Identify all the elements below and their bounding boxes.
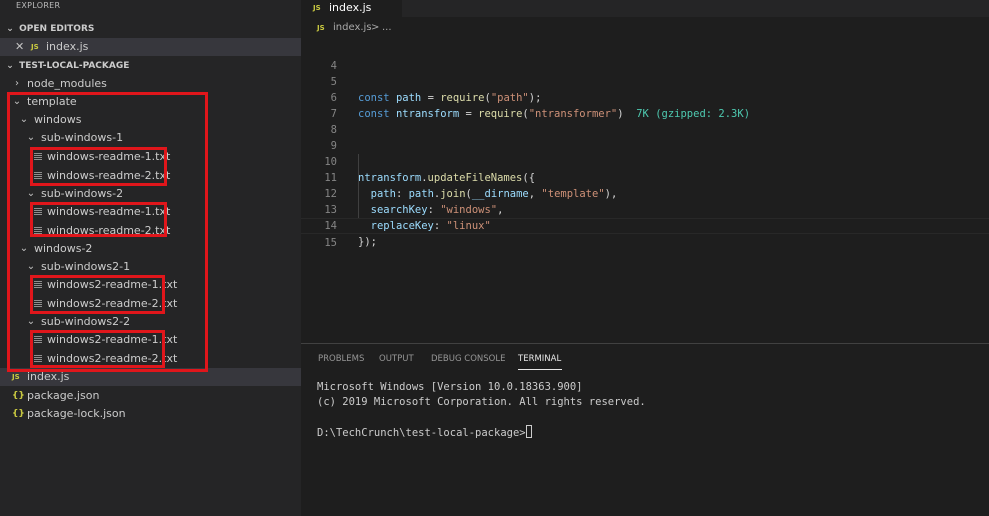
- project-header[interactable]: ⌄ TEST-LOCAL-PACKAGE: [0, 57, 301, 75]
- explorer-sidebar: EXPLORER ⌄ OPEN EDITORS ✕ JS index.js ⌄ …: [0, 0, 301, 516]
- code-line: 5 const path = require("path");: [301, 58, 989, 104]
- open-editor-label: index.js: [46, 40, 89, 53]
- tree-item-package-lock-json[interactable]: {} package-lock.json: [0, 405, 301, 423]
- code-line-current: 15: [301, 218, 989, 249]
- terminal-cursor: [525, 425, 532, 438]
- breadcrumb-separator: >: [371, 22, 380, 33]
- code-line: 10 ntransform.updateFileNames({: [301, 138, 989, 184]
- open-editor-item-index-js[interactable]: ✕ JS index.js: [0, 38, 301, 56]
- tab-output[interactable]: OUTPUT: [379, 354, 414, 364]
- chevron-right-icon: ›: [15, 78, 19, 89]
- json-file-icon: {}: [12, 391, 25, 401]
- tree-item-label: node_modules: [27, 77, 107, 90]
- project-label: TEST-LOCAL-PACKAGE: [19, 61, 130, 71]
- tab-index-js[interactable]: JS index.js: [301, 0, 402, 17]
- line-number: 15: [324, 237, 337, 249]
- tab-debug-console[interactable]: DEBUG CONSOLE: [431, 354, 505, 364]
- js-file-icon: JS: [31, 43, 39, 51]
- code-line: 14 });: [301, 202, 989, 248]
- highlight-box-sub-windows-2-files: [30, 202, 167, 237]
- highlight-box-sub-windows2-2-files: [30, 330, 165, 368]
- terminal-output-line: (c) 2019 Microsoft Corporation. All righ…: [317, 396, 646, 408]
- code-line: 13 replaceKey: "linux": [301, 186, 989, 232]
- tab-terminal[interactable]: TERMINAL: [518, 354, 561, 364]
- breadcrumb-more[interactable]: ...: [382, 19, 392, 37]
- terminal-prompt[interactable]: D:\TechCrunch\test-local-package>: [317, 425, 532, 441]
- tree-item-node-modules[interactable]: › node_modules: [0, 75, 301, 93]
- code-text: });: [358, 236, 377, 248]
- highlight-box-sub-windows2-1-files: [30, 275, 165, 314]
- breadcrumb-file[interactable]: index.js: [333, 19, 372, 37]
- code-editor[interactable]: 4 5 const path = require("path"); 6 cons…: [301, 42, 989, 249]
- js-file-icon: JS: [313, 4, 321, 12]
- terminal-prompt-text: D:\TechCrunch\test-local-package>: [317, 427, 526, 439]
- active-tab-indicator: [518, 369, 562, 370]
- highlight-box-sub-windows-1-files: [30, 147, 167, 186]
- code-line: 7: [301, 90, 989, 120]
- close-icon[interactable]: ✕: [15, 38, 24, 56]
- bottom-panel: PROBLEMS OUTPUT DEBUG CONSOLE TERMINAL M…: [301, 343, 989, 516]
- code-line: 8: [301, 106, 989, 136]
- tree-item-label: package.json: [27, 389, 100, 402]
- chevron-down-icon: ⌄: [6, 61, 14, 71]
- js-file-icon: JS: [317, 24, 325, 32]
- tab-label: index.js: [329, 1, 372, 14]
- indent-guide: [358, 154, 359, 218]
- code-line: 4: [301, 42, 989, 72]
- open-editors-header[interactable]: ⌄ OPEN EDITORS: [0, 20, 301, 38]
- chevron-down-icon: ⌄: [6, 24, 14, 34]
- open-editors-label: OPEN EDITORS: [19, 24, 95, 34]
- code-line: 11 path: path.join(__dirname, "template"…: [301, 154, 989, 200]
- explorer-title: EXPLORER: [16, 1, 61, 10]
- terminal-output-line: Microsoft Windows [Version 10.0.18363.90…: [317, 381, 583, 393]
- code-line: 12 searchKey: "windows",: [301, 170, 989, 216]
- code-line: 9: [301, 122, 989, 152]
- tree-item-package-json[interactable]: {} package.json: [0, 387, 301, 405]
- editor-tab-bar: JS index.js: [301, 0, 989, 17]
- code-line: 6 const ntransform = require("ntransform…: [301, 74, 989, 120]
- tree-item-label: package-lock.json: [27, 407, 126, 420]
- json-file-icon: {}: [12, 409, 25, 419]
- tab-problems[interactable]: PROBLEMS: [318, 354, 364, 364]
